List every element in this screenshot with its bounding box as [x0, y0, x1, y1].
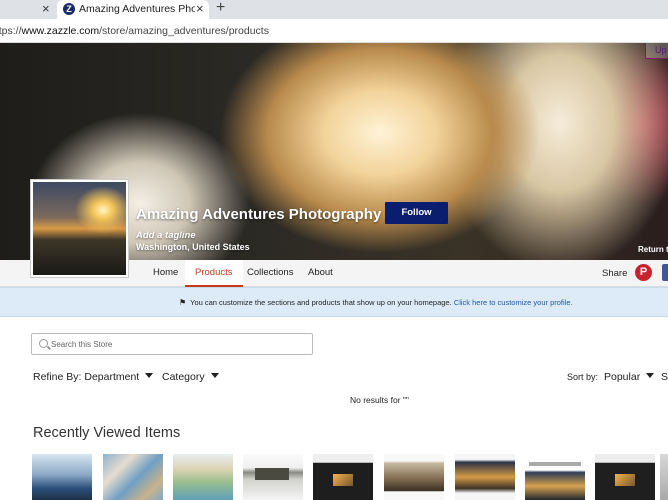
show-dropdown[interactable]: Sh — [661, 371, 668, 383]
search-icon — [39, 339, 48, 348]
facebook-icon[interactable] — [662, 264, 668, 281]
caret-down-icon — [646, 373, 655, 378]
url-scheme: https:// — [0, 25, 22, 37]
flag-icon: ⚑ — [179, 298, 187, 307]
recently-viewed-list — [0, 454, 668, 500]
sort-value: Popular — [604, 371, 641, 383]
url-path: /store/amazing_adventures/products — [99, 25, 269, 37]
shirt-print-graphic — [615, 474, 635, 486]
zazzle-favicon-icon: Z — [63, 3, 75, 15]
recent-item-thumbnail[interactable] — [525, 454, 585, 500]
recent-item-thumbnail[interactable] — [660, 454, 668, 500]
pinterest-icon[interactable]: P — [635, 264, 652, 281]
tab-title: Amazing Adventures Photography — [79, 3, 195, 15]
share-label: Share — [602, 268, 628, 279]
customize-info-bar: ⚑ You can customize the sections and pro… — [0, 287, 668, 317]
browser-tab-previous[interactable]: × — [0, 0, 56, 19]
tab-collections[interactable]: Collections — [237, 260, 303, 287]
recent-item-thumbnail[interactable] — [595, 454, 655, 500]
url-text[interactable]: https://www.zazzle.com/store/amazing_adv… — [0, 25, 269, 37]
category-filter-label: Category — [162, 371, 205, 383]
category-filter[interactable]: Category — [162, 371, 219, 383]
caret-down-icon — [210, 373, 219, 378]
browser-tab-active[interactable]: Z Amazing Adventures Photography × — [57, 0, 209, 19]
return-link[interactable]: Return to — [638, 245, 668, 254]
recent-item-thumbnail[interactable] — [313, 454, 373, 500]
address-bar[interactable]: https://www.zazzle.com/store/amazing_adv… — [0, 19, 668, 43]
recent-item-thumbnail[interactable] — [243, 454, 303, 500]
search-input[interactable] — [51, 337, 301, 352]
follow-button[interactable]: Follow — [385, 202, 448, 224]
store-name: Amazing Adventures Photography — [136, 206, 382, 223]
url-host: www.zazzle.com — [21, 25, 100, 37]
recent-item-thumbnail[interactable] — [32, 454, 92, 500]
department-filter-label: Refine By: Department — [33, 371, 140, 383]
tab-products[interactable]: Products — [185, 260, 243, 287]
tab-about[interactable]: About — [298, 260, 343, 287]
department-filter[interactable]: Refine By: Department — [33, 371, 154, 383]
close-icon[interactable]: × — [196, 1, 204, 16]
info-text: You can customize the sections and produ… — [190, 298, 452, 307]
customize-profile-link[interactable]: Click here to customize your profile. — [454, 298, 573, 307]
recent-item-thumbnail[interactable] — [384, 454, 444, 500]
recently-viewed-title: Recently Viewed Items — [33, 425, 181, 441]
browser-tab-strip: × Z Amazing Adventures Photography × + — [0, 0, 668, 19]
info-message: ⚑ You can customize the sections and pro… — [179, 298, 573, 307]
store-location: Washington, United States — [136, 242, 250, 252]
calendar-caption-graphic — [529, 462, 581, 466]
sort-dropdown[interactable]: Popular — [604, 371, 655, 383]
close-icon[interactable]: × — [42, 1, 50, 16]
shirt-print-graphic — [333, 474, 353, 486]
new-tab-icon[interactable]: + — [216, 0, 225, 17]
upload-banner-button[interactable]: Up — [645, 43, 668, 59]
no-results-message: No results for "" — [350, 395, 409, 405]
caret-down-icon — [145, 373, 154, 378]
recent-item-thumbnail[interactable] — [103, 454, 163, 500]
tagline-link[interactable]: Add a tagline — [136, 230, 196, 241]
sign-graphic — [255, 468, 289, 480]
tab-home[interactable]: Home — [143, 260, 188, 287]
store-search[interactable] — [31, 333, 313, 355]
store-avatar[interactable] — [31, 180, 128, 277]
sort-label: Sort by: — [567, 372, 599, 382]
recent-item-thumbnail[interactable] — [455, 454, 515, 500]
recent-item-thumbnail[interactable] — [173, 454, 233, 500]
